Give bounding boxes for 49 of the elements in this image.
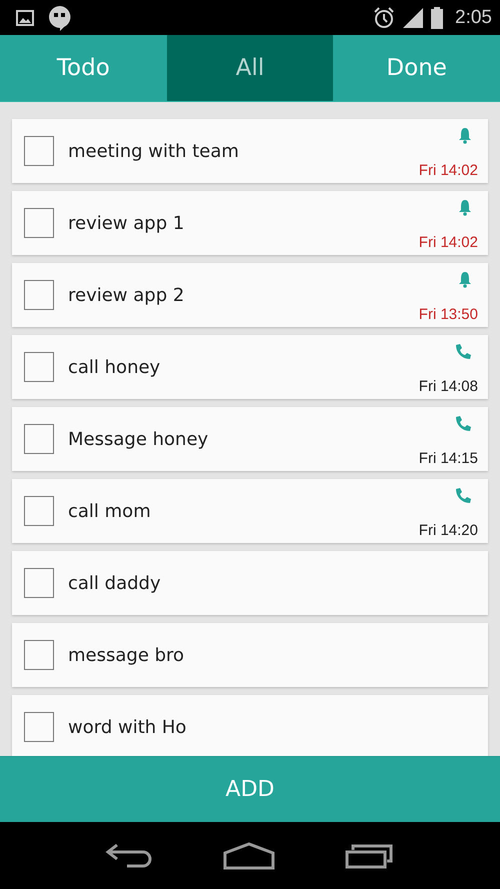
chat-bubble-icon [48, 4, 72, 30]
due-time: Fri 14:15 [418, 450, 478, 467]
task-card[interactable]: message bro [12, 623, 488, 687]
task-card[interactable]: meeting with team Fri 14:02 [12, 119, 488, 183]
due-time: Fri 14:08 [418, 378, 478, 395]
phone-icon [454, 415, 472, 433]
checkbox[interactable] [24, 352, 54, 382]
battery-icon [431, 6, 444, 28]
task-card[interactable]: call daddy [12, 551, 488, 615]
task-title: message bro [68, 644, 186, 666]
due-time: Fri 14:20 [418, 522, 478, 539]
back-icon[interactable] [105, 842, 153, 868]
phone-icon [454, 487, 472, 505]
checkbox[interactable] [24, 424, 54, 454]
checkbox[interactable] [24, 568, 54, 598]
task-title: Message honey [68, 428, 210, 450]
task-title: call daddy [68, 572, 162, 594]
recent-apps-icon[interactable] [345, 842, 395, 868]
checkbox[interactable] [24, 208, 54, 238]
task-title: review app 2 [68, 284, 186, 306]
task-title: word with Ho [68, 716, 188, 738]
bell-icon [458, 127, 472, 144]
task-card[interactable]: review app 1 Fri 14:02 [12, 191, 488, 255]
due-time: Fri 13:50 [418, 306, 478, 323]
signal-icon [403, 8, 424, 28]
task-card[interactable]: word with Ho [12, 695, 488, 756]
task-title: call honey [68, 356, 162, 378]
task-card[interactable]: call honey Fri 14:08 [12, 335, 488, 399]
checkbox[interactable] [24, 280, 54, 310]
task-title: call mom [68, 500, 152, 522]
checkbox[interactable] [24, 712, 54, 742]
checkbox[interactable] [24, 496, 54, 526]
checkbox[interactable] [24, 136, 54, 166]
home-icon[interactable] [223, 842, 275, 870]
tab[interactable]: All [166, 35, 334, 101]
due-time: Fri 14:02 [418, 162, 478, 179]
task-title: meeting with team [68, 140, 240, 162]
bell-icon [458, 271, 472, 288]
due-time: Fri 14:02 [418, 234, 478, 251]
alarm-clock-icon [373, 6, 396, 28]
image-icon [16, 10, 34, 26]
bell-icon [458, 199, 472, 216]
task-card[interactable]: call mom Fri 14:20 [12, 479, 488, 543]
status-time: 2:05 [455, 6, 492, 28]
checkbox[interactable] [24, 640, 54, 670]
task-title: review app 1 [68, 212, 186, 234]
phone-icon [454, 343, 472, 361]
task-card[interactable]: Message honey Fri 14:15 [12, 407, 488, 471]
task-card[interactable]: review app 2 Fri 13:50 [12, 263, 488, 327]
